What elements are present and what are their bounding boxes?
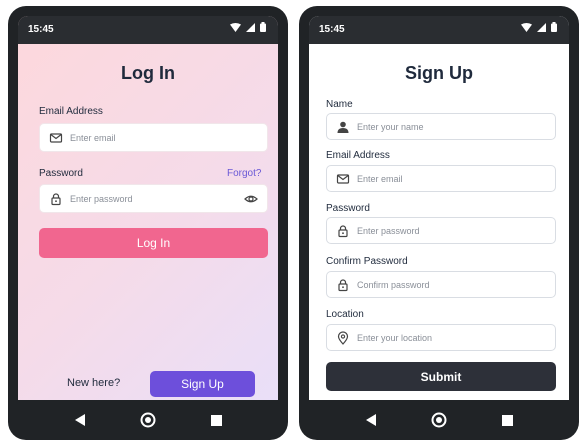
forgot-password-link[interactable]: Forgot? xyxy=(227,168,261,179)
email-label: Email Address xyxy=(39,106,103,117)
location-input[interactable] xyxy=(357,325,525,350)
signup-screen: 15:45 Sign Up Name Email Address Passwor… xyxy=(309,16,569,400)
login-screen: 15:45 Log In Email Address Password Forg… xyxy=(18,16,278,400)
home-circle-icon[interactable] xyxy=(429,410,449,430)
submit-button[interactable]: Submit xyxy=(326,362,556,391)
eye-icon[interactable] xyxy=(244,192,258,206)
page-title: Log In xyxy=(121,63,175,83)
mail-icon xyxy=(336,172,350,186)
signup-phone: 15:45 Sign Up Name Email Address Passwor… xyxy=(299,6,579,440)
navigation-bar xyxy=(8,400,288,440)
status-time: 15:45 xyxy=(28,24,54,35)
confirm-password-field[interactable] xyxy=(326,271,556,298)
signup-button[interactable]: Sign Up xyxy=(150,371,255,397)
signal-icon xyxy=(537,22,546,32)
mail-icon xyxy=(49,131,63,145)
status-icons xyxy=(230,22,266,32)
password-field[interactable] xyxy=(326,217,556,244)
confirm-password-input[interactable] xyxy=(357,272,525,297)
email-field[interactable] xyxy=(326,165,556,192)
page-title: Sign Up xyxy=(405,63,473,83)
password-input[interactable] xyxy=(357,218,525,243)
email-field[interactable] xyxy=(39,123,268,152)
new-here-text: New here? xyxy=(67,377,121,389)
home-circle-icon[interactable] xyxy=(138,410,158,430)
navigation-bar xyxy=(299,400,579,440)
name-label: Name xyxy=(326,99,353,110)
lock-icon xyxy=(336,224,350,238)
name-field[interactable] xyxy=(326,113,556,140)
recents-square-icon[interactable] xyxy=(206,410,226,430)
map-pin-icon xyxy=(336,330,350,345)
login-button[interactable]: Log In xyxy=(39,228,268,258)
confirm-password-label: Confirm Password xyxy=(326,256,408,267)
person-icon xyxy=(336,120,350,134)
recents-square-icon[interactable] xyxy=(497,410,517,430)
back-triangle-icon[interactable] xyxy=(361,410,381,430)
wifi-icon xyxy=(230,22,241,32)
battery-icon xyxy=(551,22,557,32)
email-input[interactable] xyxy=(357,166,525,191)
password-label: Password xyxy=(39,168,83,179)
location-label: Location xyxy=(326,309,364,320)
password-field[interactable] xyxy=(39,184,268,213)
password-label: Password xyxy=(326,203,370,214)
status-bar: 15:45 xyxy=(18,16,278,44)
status-icons xyxy=(521,22,557,32)
password-input[interactable] xyxy=(70,185,237,212)
wifi-icon xyxy=(521,22,532,32)
email-label: Email Address xyxy=(326,150,390,161)
status-time: 15:45 xyxy=(319,24,345,35)
name-input[interactable] xyxy=(357,114,525,139)
battery-icon xyxy=(260,22,266,32)
login-phone: 15:45 Log In Email Address Password Forg… xyxy=(8,6,288,440)
back-triangle-icon[interactable] xyxy=(70,410,90,430)
status-bar: 15:45 xyxy=(309,16,569,44)
signal-icon xyxy=(246,22,255,32)
location-field[interactable] xyxy=(326,324,556,351)
email-input[interactable] xyxy=(70,124,237,151)
lock-icon xyxy=(49,192,63,206)
lock-icon xyxy=(336,278,350,292)
